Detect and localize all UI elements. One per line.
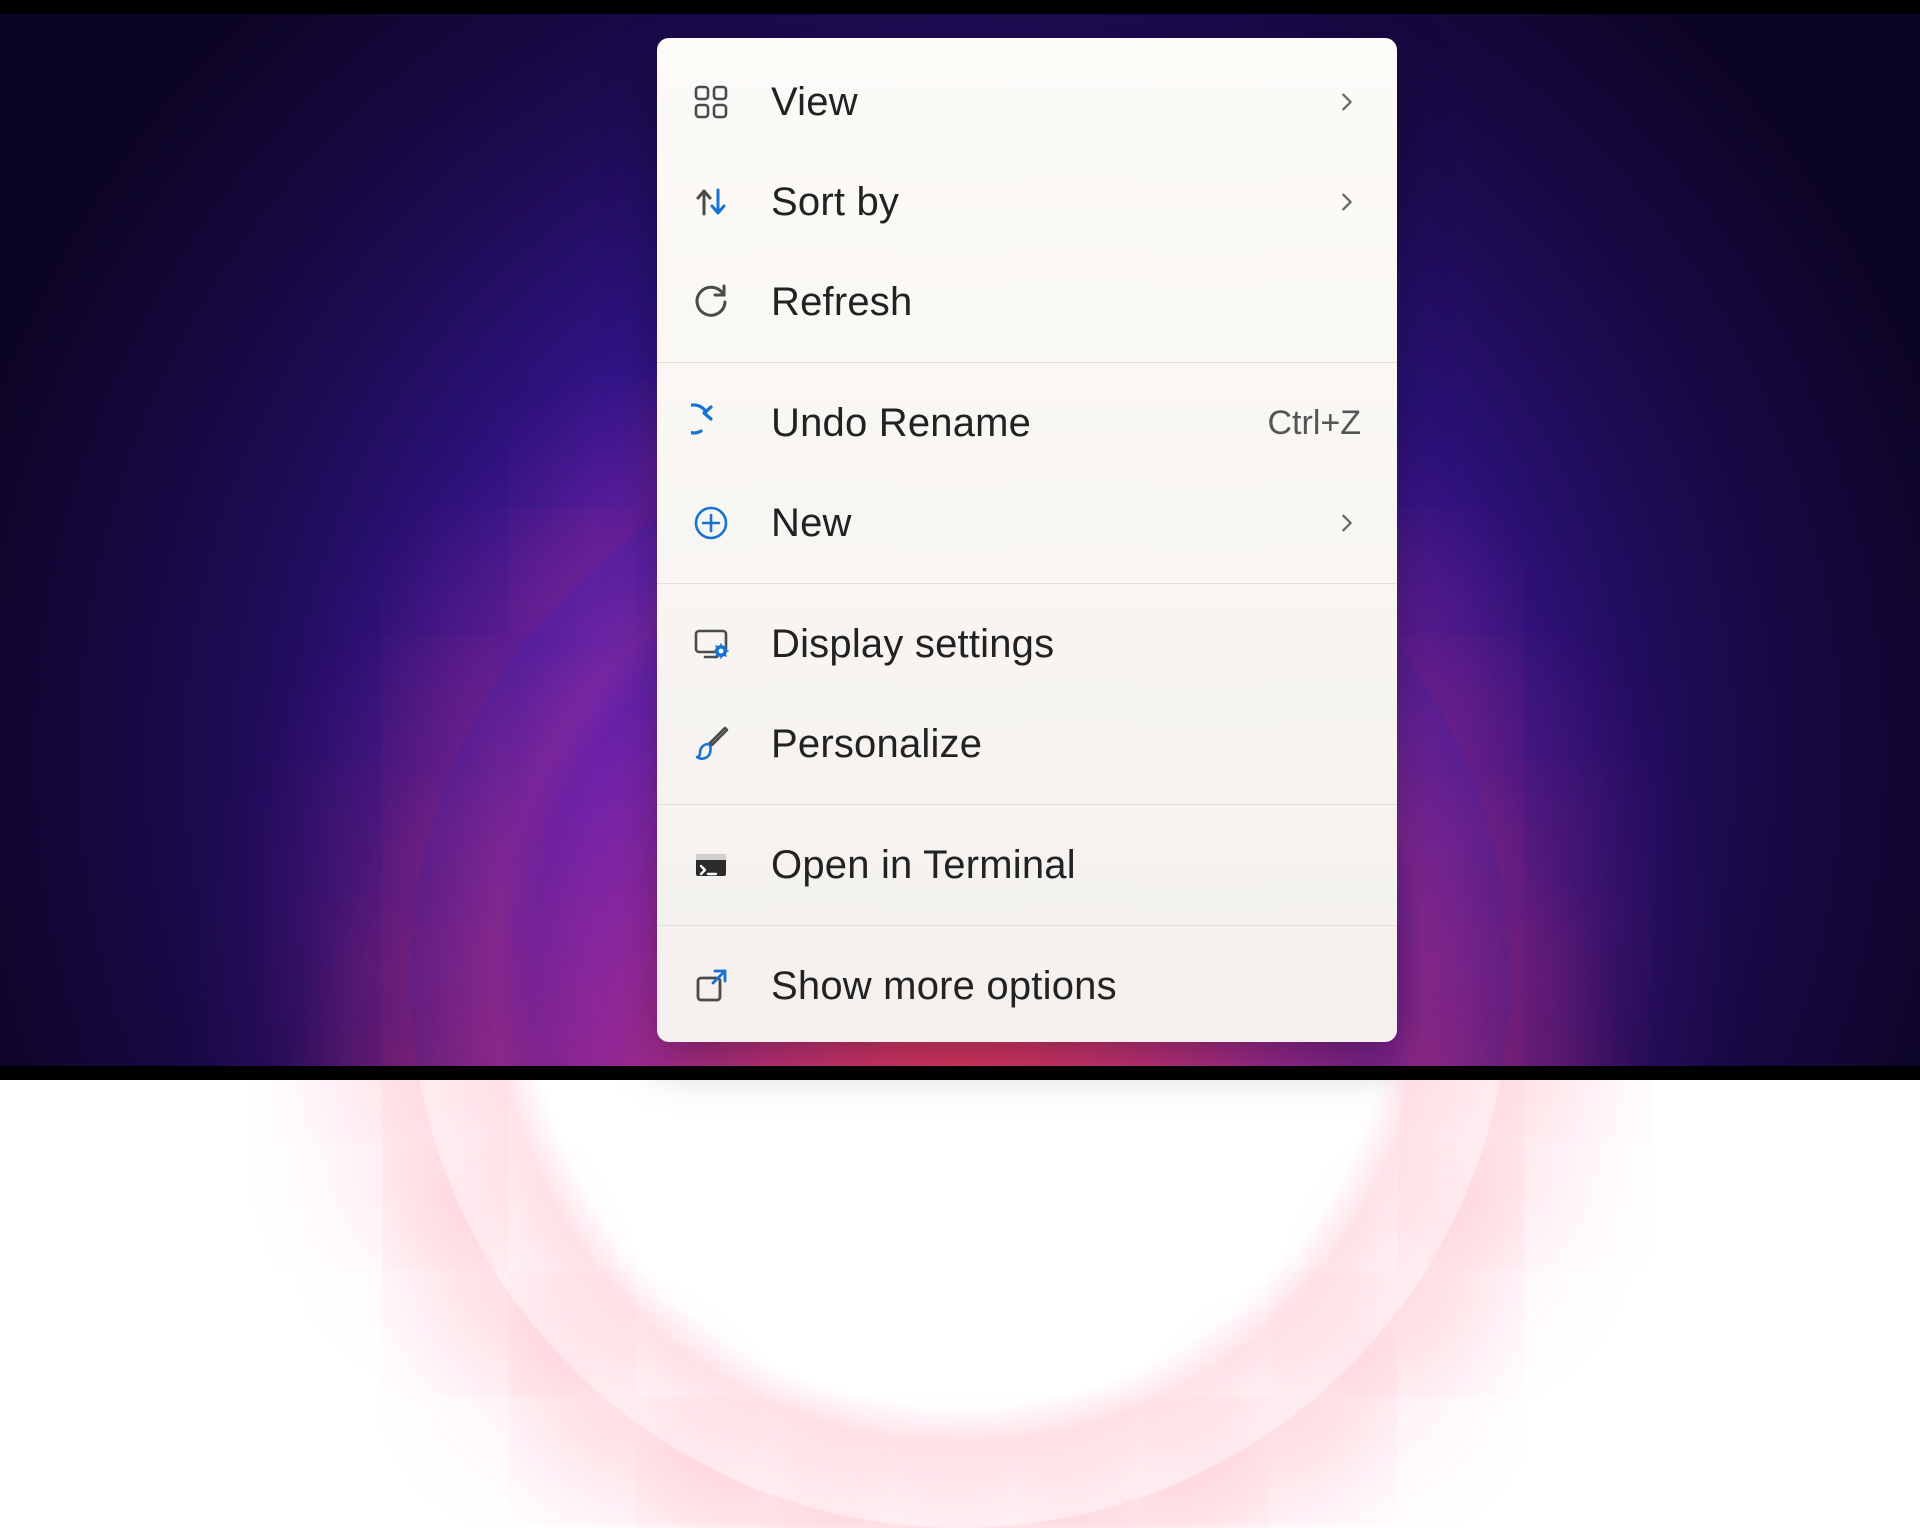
chevron-right-icon (1333, 88, 1361, 116)
menu-item-refresh[interactable]: Refresh (657, 252, 1397, 352)
menu-label: Display settings (771, 622, 1361, 667)
menu-item-new[interactable]: New (657, 473, 1397, 573)
menu-separator (657, 925, 1397, 926)
terminal-icon (689, 843, 733, 887)
menu-item-show-more-options[interactable]: Show more options (657, 936, 1397, 1036)
menu-item-view[interactable]: View (657, 52, 1397, 152)
menu-label: Show more options (771, 964, 1361, 1009)
expand-icon (689, 964, 733, 1008)
menu-label: Personalize (771, 722, 1361, 767)
chevron-right-icon (1333, 188, 1361, 216)
menu-label: New (771, 501, 1295, 546)
menu-separator (657, 804, 1397, 805)
menu-item-personalize[interactable]: Personalize (657, 694, 1397, 794)
letterbox-bottom (0, 1066, 1920, 1080)
display-settings-icon (689, 622, 733, 666)
grid-icon (689, 80, 733, 124)
letterbox-top (0, 0, 1920, 14)
menu-label: Refresh (771, 280, 1361, 325)
sort-icon (689, 180, 733, 224)
menu-item-sort-by[interactable]: Sort by (657, 152, 1397, 252)
menu-label: Sort by (771, 180, 1295, 225)
menu-item-undo[interactable]: Undo Rename Ctrl+Z (657, 373, 1397, 473)
menu-shortcut: Ctrl+Z (1268, 404, 1362, 443)
plus-circle-icon (689, 501, 733, 545)
paintbrush-icon (689, 722, 733, 766)
menu-item-open-in-terminal[interactable]: Open in Terminal (657, 815, 1397, 915)
menu-item-display-settings[interactable]: Display settings (657, 594, 1397, 694)
desktop-context-menu: View Sort by Refresh (657, 38, 1397, 1042)
menu-label: View (771, 80, 1295, 125)
undo-icon (689, 401, 733, 445)
chevron-right-icon (1333, 509, 1361, 537)
menu-separator (657, 362, 1397, 363)
menu-label: Open in Terminal (771, 843, 1361, 888)
menu-label: Undo Rename (771, 401, 1230, 446)
refresh-icon (689, 280, 733, 324)
menu-separator (657, 583, 1397, 584)
